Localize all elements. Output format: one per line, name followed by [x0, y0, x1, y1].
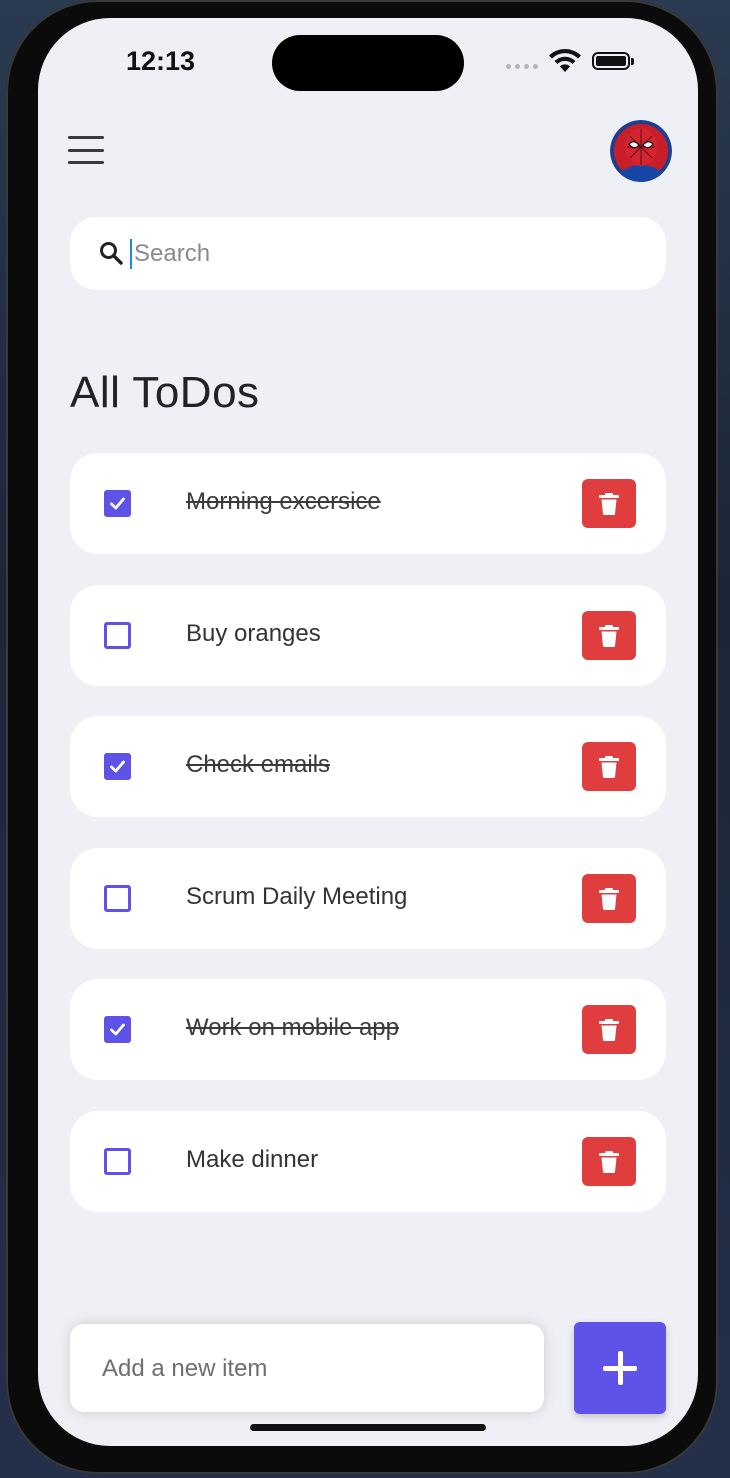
todo-checkbox[interactable] [104, 1016, 131, 1044]
search-icon [100, 242, 123, 265]
todo-text: Buy oranges [186, 619, 321, 647]
phone-frame: 12:13 Search All ToDos Morning excersice… [6, 0, 718, 1474]
todo-checkbox[interactable] [104, 1147, 131, 1175]
todo-item: Work on mobile app [70, 979, 666, 1081]
delete-todo-button[interactable] [582, 1005, 636, 1055]
user-avatar[interactable] [610, 120, 672, 182]
home-indicator [250, 1424, 486, 1431]
add-item-field[interactable] [70, 1324, 544, 1412]
todo-checkbox[interactable] [104, 621, 131, 649]
todo-text: Check emails [186, 751, 331, 779]
todo-item: Buy oranges [70, 584, 666, 686]
checkmark-icon [110, 760, 125, 773]
todo-checkbox[interactable] [104, 753, 131, 781]
trash-icon [599, 1019, 619, 1042]
todo-item: Check emails [70, 716, 666, 818]
todo-checkbox[interactable] [104, 884, 131, 912]
todo-item: Make dinner [70, 1110, 666, 1212]
delete-todo-button[interactable] [582, 873, 636, 923]
trash-icon [599, 887, 619, 910]
add-item-input[interactable] [100, 1342, 524, 1396]
todo-list: Morning excersice Buy oranges Check emails… [70, 453, 666, 1243]
battery-icon [592, 52, 634, 70]
checkmark-icon [110, 497, 125, 510]
status-time: 12:13 [126, 46, 196, 76]
delete-todo-button[interactable] [582, 1136, 636, 1186]
todo-text: Make dinner [186, 1145, 319, 1173]
add-item-button[interactable] [574, 1322, 666, 1414]
search-input[interactable] [132, 227, 636, 281]
trash-icon [599, 756, 619, 779]
delete-todo-button[interactable] [582, 479, 636, 528]
delete-todo-button[interactable] [582, 742, 636, 792]
delete-todo-button[interactable] [582, 610, 636, 660]
trash-icon [599, 493, 619, 515]
todo-text: Morning excersice [186, 488, 381, 515]
todo-item: Scrum Daily Meeting [70, 847, 666, 949]
todo-item: Morning excersice [70, 453, 666, 554]
todo-text: Scrum Daily Meeting [186, 882, 408, 910]
cellular-signal-icon [506, 64, 538, 69]
trash-icon [599, 624, 619, 647]
todo-checkbox[interactable] [104, 490, 131, 517]
trash-icon [599, 1150, 619, 1173]
app-screen: 12:13 Search All ToDos Morning excersice… [38, 18, 698, 1446]
hamburger-menu-icon[interactable] [68, 136, 104, 164]
page-title: All ToDos [70, 368, 260, 417]
todo-text: Work on mobile app [186, 1014, 399, 1042]
wifi-icon [549, 49, 581, 72]
search-bar[interactable] [70, 217, 666, 290]
checkmark-icon [110, 1023, 125, 1036]
dynamic-island [272, 35, 464, 91]
